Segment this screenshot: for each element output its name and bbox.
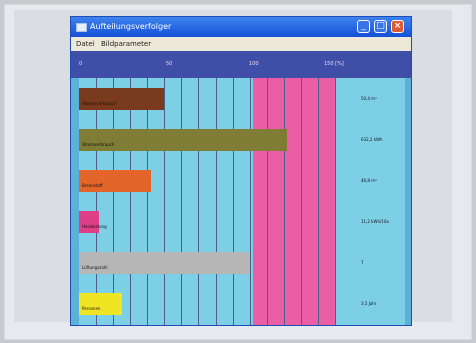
bar-heizleistung: [79, 211, 99, 233]
tick-label: 50: [166, 61, 173, 67]
maximize-button[interactable]: □: [374, 20, 387, 33]
bar-label: Brennstoff: [82, 183, 103, 188]
menu-bildparameter[interactable]: Bildparameter: [101, 37, 151, 51]
menu-datei[interactable]: Datei: [76, 37, 95, 51]
bar-stromverbrauch: [79, 129, 287, 151]
grid-line: [335, 78, 336, 325]
grid-line: [233, 78, 234, 325]
axis-strip: 0 50 100 150 [%]: [71, 51, 411, 78]
grid-line: [130, 78, 131, 325]
window-title: Aufteilungsverfolger: [90, 22, 172, 31]
tick-label: 100: [249, 61, 259, 67]
grid-line: [216, 78, 217, 325]
app-icon: [76, 23, 87, 32]
tick-label: 150 [%]: [324, 61, 344, 67]
bar-label: Stromverbrauch: [82, 142, 115, 147]
value-label: 632,2 kWh: [361, 137, 383, 142]
grid-line: [301, 78, 302, 325]
grid-line: [147, 78, 148, 325]
grid-line: [267, 78, 268, 325]
grid-line: [198, 78, 199, 325]
bar-label: Personen: [82, 306, 101, 311]
value-label: 7: [361, 260, 364, 265]
highlight-zone: [253, 78, 335, 325]
bar-label: Heizleistung: [82, 224, 107, 229]
grid-line: [181, 78, 182, 325]
tick-label: 0: [79, 61, 83, 67]
bar-brennstoff: [79, 170, 151, 192]
grid-line: [250, 78, 251, 325]
minimize-button[interactable]: _: [357, 20, 370, 33]
title-bar[interactable]: Aufteilungsverfolger _ □ ×: [71, 17, 411, 37]
value-label: 11,2 kWh/10a: [361, 219, 389, 224]
value-label: 46,8 m³: [361, 178, 377, 183]
grid-line: [113, 78, 114, 325]
bar-label: Wasserverbrauch: [82, 101, 117, 106]
value-label: 3,5 Jahr: [361, 301, 377, 306]
app-window: Aufteilungsverfolger _ □ × Datei Bildpar…: [70, 16, 412, 326]
grid-line: [96, 78, 97, 325]
grid-line: [164, 78, 165, 325]
bar-wasserverbrauch: [79, 88, 164, 110]
bar-label: Lüftungszahl: [82, 265, 108, 270]
value-label: 50,4 m³: [361, 96, 377, 101]
menu-bar: Datei Bildparameter: [71, 37, 411, 51]
bar-lüftungszahl: [79, 252, 250, 274]
chart-plot-area: Wasserverbrauch 50,4 m³ Stromverbrauch 632,…: [79, 78, 405, 325]
bar-personen: [79, 293, 122, 315]
grid-line: [284, 78, 285, 325]
close-button[interactable]: ×: [391, 20, 404, 33]
grid-line: [318, 78, 319, 325]
